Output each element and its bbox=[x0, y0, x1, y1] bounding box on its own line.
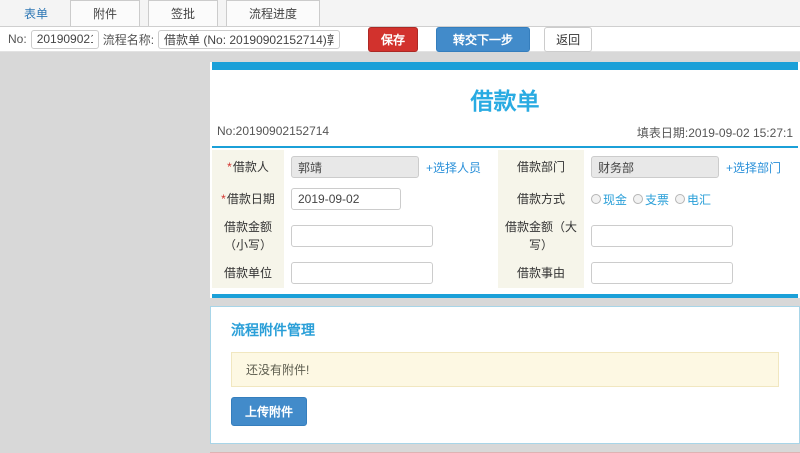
loan-method-radios: 现金 支票 电汇 bbox=[591, 191, 711, 208]
loan-reason-field bbox=[584, 258, 798, 288]
department-field: +选择部门 bbox=[584, 150, 798, 184]
amount-small-field bbox=[284, 214, 498, 258]
radio-cash[interactable]: 现金 bbox=[591, 191, 627, 208]
tab-bar: 表单 附件 签批 流程进度 bbox=[0, 0, 800, 27]
loan-unit-input[interactable] bbox=[291, 262, 433, 284]
no-attachments-alert: 还没有附件! bbox=[231, 352, 779, 387]
no-input[interactable] bbox=[30, 29, 99, 49]
department-label: 借款部门 bbox=[498, 150, 584, 184]
tab-form[interactable]: 表单 bbox=[10, 0, 62, 26]
flow-name-label: 流程名称: bbox=[102, 32, 155, 47]
select-person-link[interactable]: +选择人员 bbox=[426, 159, 481, 176]
command-bar: No: 流程名称: 保存 转交下一步 返回 bbox=[0, 26, 800, 52]
no-label: No: bbox=[8, 32, 27, 46]
radio-icon bbox=[591, 194, 601, 204]
amount-big-input[interactable] bbox=[591, 225, 733, 247]
amount-big-label-text: 借款金额（大写） bbox=[504, 220, 577, 252]
flow-name-input[interactable] bbox=[158, 29, 341, 49]
loan-unit-label: 借款单位 bbox=[212, 258, 284, 288]
upload-attachment-button[interactable]: 上传附件 bbox=[231, 397, 308, 426]
attachments-panel: 流程附件管理 还没有附件! 上传附件 bbox=[210, 306, 800, 444]
loan-reason-input[interactable] bbox=[591, 262, 733, 284]
loan-unit-field bbox=[284, 258, 498, 288]
loan-method-label: 借款方式 bbox=[498, 184, 584, 214]
loan-method-field: 现金 支票 电汇 bbox=[584, 184, 798, 214]
tab-attachments[interactable]: 附件 bbox=[70, 0, 141, 26]
loan-date-input[interactable] bbox=[291, 188, 401, 210]
loan-date-label-text: 借款日期 bbox=[226, 192, 275, 206]
form-no-text: No:20190902152714 bbox=[217, 124, 330, 138]
amount-big-field bbox=[584, 214, 798, 258]
form-date-text: 填表日期:2019-09-02 15:27:1 bbox=[636, 126, 793, 140]
radio-icon bbox=[675, 194, 686, 204]
loan-date-field bbox=[284, 184, 498, 214]
save-button[interactable]: 保存 bbox=[368, 26, 419, 52]
radio-cheque-label: 支票 bbox=[645, 192, 670, 207]
radio-cash-label: 现金 bbox=[603, 192, 628, 207]
borrower-field: +选择人员 bbox=[284, 150, 498, 184]
tab-approval[interactable]: 签批 bbox=[148, 0, 219, 26]
form-top-accent-bar bbox=[212, 62, 798, 70]
borrower-input[interactable] bbox=[291, 156, 419, 178]
form-title: 借款单 bbox=[470, 88, 540, 114]
loan-unit-label-text: 借款单位 bbox=[223, 266, 272, 280]
department-input[interactable] bbox=[591, 156, 719, 178]
attachments-header: 流程附件管理 bbox=[231, 322, 315, 338]
loan-reason-label: 借款事由 bbox=[498, 258, 584, 288]
amount-small-label: 借款金额（小写） bbox=[212, 214, 284, 258]
loan-date-label: * 借款日期 bbox=[212, 184, 284, 214]
loan-method-label-text: 借款方式 bbox=[516, 192, 565, 206]
borrower-label: * 借款人 bbox=[212, 150, 284, 184]
loan-form-panel: 借款单 No:20190902152714 填表日期:2019-09-02 15… bbox=[210, 62, 800, 298]
form-bottom-accent-bar bbox=[212, 294, 798, 298]
radio-icon bbox=[633, 194, 644, 204]
amount-small-label-text: 借款金额（小写） bbox=[223, 220, 272, 252]
form-meta-divider bbox=[212, 146, 798, 148]
tab-progress[interactable]: 流程进度 bbox=[226, 0, 321, 26]
select-department-link[interactable]: +选择部门 bbox=[726, 159, 781, 176]
back-button[interactable]: 返回 bbox=[544, 26, 593, 52]
radio-wire[interactable]: 电汇 bbox=[675, 191, 711, 208]
borrower-label-text: 借款人 bbox=[232, 160, 269, 174]
forward-next-step-button[interactable]: 转交下一步 bbox=[436, 26, 531, 52]
required-marker: * bbox=[221, 192, 226, 206]
form-meta-row: No:20190902152714 填表日期:2019-09-02 15:27:… bbox=[210, 124, 800, 146]
amount-small-input[interactable] bbox=[291, 225, 433, 247]
required-marker: * bbox=[227, 160, 232, 174]
workspace: 借款单 No:20190902152714 填表日期:2019-09-02 15… bbox=[0, 52, 800, 453]
amount-big-label: 借款金额（大写） bbox=[498, 214, 584, 258]
radio-wire-label: 电汇 bbox=[687, 192, 712, 207]
radio-cheque[interactable]: 支票 bbox=[633, 191, 669, 208]
department-label-text: 借款部门 bbox=[516, 160, 565, 174]
loan-form-grid: *借款人 +选择人员 借款部门 +选择部门 *借款日期 借款方式 bbox=[212, 150, 798, 288]
loan-reason-label-text: 借款事由 bbox=[516, 266, 565, 280]
